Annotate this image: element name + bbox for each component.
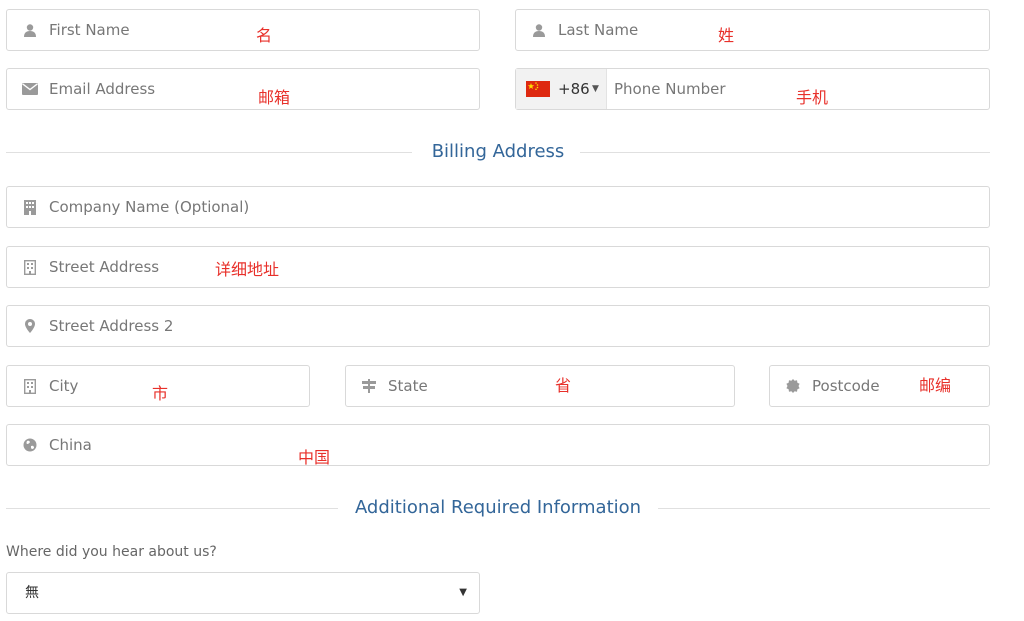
first-name-field[interactable]: First Name xyxy=(6,9,480,51)
country-annotation: 中国 xyxy=(298,448,331,467)
street-address-annotation: 详细地址 xyxy=(215,260,280,279)
city-annotation: 市 xyxy=(152,384,169,403)
phone-annotation: 手机 xyxy=(796,88,829,107)
company-field[interactable]: Company Name (Optional) xyxy=(6,186,990,228)
city-placeholder: City xyxy=(49,377,79,395)
certificate-icon xyxy=(785,366,801,406)
billing-title: Billing Address xyxy=(431,141,565,162)
last-name-annotation: 姓 xyxy=(718,26,735,45)
postcode-placeholder: Postcode xyxy=(812,377,880,395)
referral-question-label: Where did you hear about us? xyxy=(6,544,217,560)
first-name-placeholder: First Name xyxy=(49,21,130,39)
email-placeholder: Email Address xyxy=(49,80,156,98)
postcode-field[interactable]: Postcode xyxy=(769,365,990,407)
country-value: China xyxy=(49,436,92,454)
referral-source-select[interactable]: 無 ▼ xyxy=(6,572,480,614)
phone-field[interactable]: +86 ▼ Phone Number xyxy=(515,68,990,110)
country-field[interactable]: China xyxy=(6,424,990,466)
cn-flag-icon xyxy=(526,81,550,97)
envelope-icon xyxy=(22,69,38,109)
billing-section-header: Billing Address xyxy=(6,141,990,163)
state-placeholder: State xyxy=(388,377,428,395)
first-name-annotation: 名 xyxy=(256,26,273,45)
email-annotation: 邮箱 xyxy=(258,88,291,107)
globe-icon xyxy=(22,425,38,465)
last-name-placeholder: Last Name xyxy=(558,21,639,39)
building-outline-icon xyxy=(22,366,38,406)
additional-title: Additional Required Information xyxy=(354,497,642,518)
street-address-field[interactable]: Street Address xyxy=(6,246,990,288)
dial-code: +86 xyxy=(558,80,590,98)
map-marker-icon xyxy=(22,306,38,346)
last-name-field[interactable]: Last Name xyxy=(515,9,990,51)
dropdown-arrow-icon: ▼ xyxy=(459,587,467,598)
state-annotation: 省 xyxy=(555,376,572,395)
referral-selected-value: 無 xyxy=(25,585,39,601)
caret-down-icon: ▼ xyxy=(592,84,599,94)
building-outline-icon xyxy=(22,247,38,287)
email-field[interactable]: Email Address xyxy=(6,68,480,110)
phone-placeholder: Phone Number xyxy=(614,80,726,98)
additional-section-header: Additional Required Information xyxy=(6,497,990,519)
company-placeholder: Company Name (Optional) xyxy=(49,198,250,216)
postcode-annotation: 邮编 xyxy=(919,376,952,395)
signpost-icon xyxy=(361,366,377,406)
user-icon xyxy=(22,10,38,50)
street-address-2-field[interactable]: Street Address 2 xyxy=(6,305,990,347)
building-icon xyxy=(22,187,38,227)
user-icon xyxy=(531,10,547,50)
street-address-2-placeholder: Street Address 2 xyxy=(49,317,174,335)
country-code-selector[interactable]: +86 ▼ xyxy=(516,69,607,109)
street-address-placeholder: Street Address xyxy=(49,258,160,276)
state-field[interactable]: State xyxy=(345,365,735,407)
